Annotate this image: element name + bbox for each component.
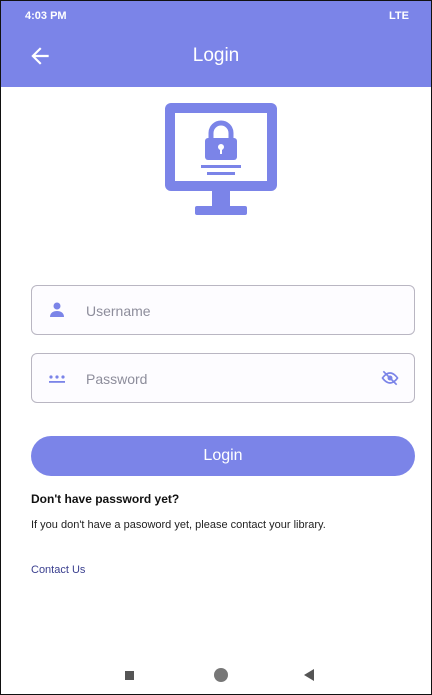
password-field[interactable]: [31, 353, 415, 403]
status-time: 4:03 PM: [25, 10, 67, 22]
nav-back-icon[interactable]: [304, 669, 314, 681]
phone-screen: 4:03 PM LTE Login Username Login Don't h…: [0, 0, 432, 695]
page-title: Login: [192, 45, 240, 66]
username-input[interactable]: [84, 298, 368, 324]
help-text: If you don't have a pasoword yet, please…: [31, 519, 326, 531]
app-bar: 4:03 PM LTE Login: [1, 1, 431, 87]
eye-off-icon[interactable]: [380, 368, 400, 388]
home-icon[interactable]: [214, 668, 228, 682]
password-input[interactable]: [84, 366, 368, 392]
login-content: Login Don't have password yet? If you do…: [1, 87, 431, 657]
status-indicators: LTE: [389, 10, 409, 22]
help-heading: Don't have password yet?: [31, 492, 180, 506]
monitor-lock-icon: [165, 103, 277, 215]
password-dots-icon: [49, 375, 65, 383]
contact-us-link[interactable]: Contact Us: [31, 564, 85, 576]
username-field[interactable]: [31, 285, 415, 335]
login-button[interactable]: Login: [31, 436, 415, 476]
recents-icon[interactable]: [125, 671, 134, 680]
system-nav-bar: [1, 657, 431, 694]
person-icon: [50, 302, 64, 317]
status-bar: 4:03 PM LTE: [1, 1, 431, 31]
